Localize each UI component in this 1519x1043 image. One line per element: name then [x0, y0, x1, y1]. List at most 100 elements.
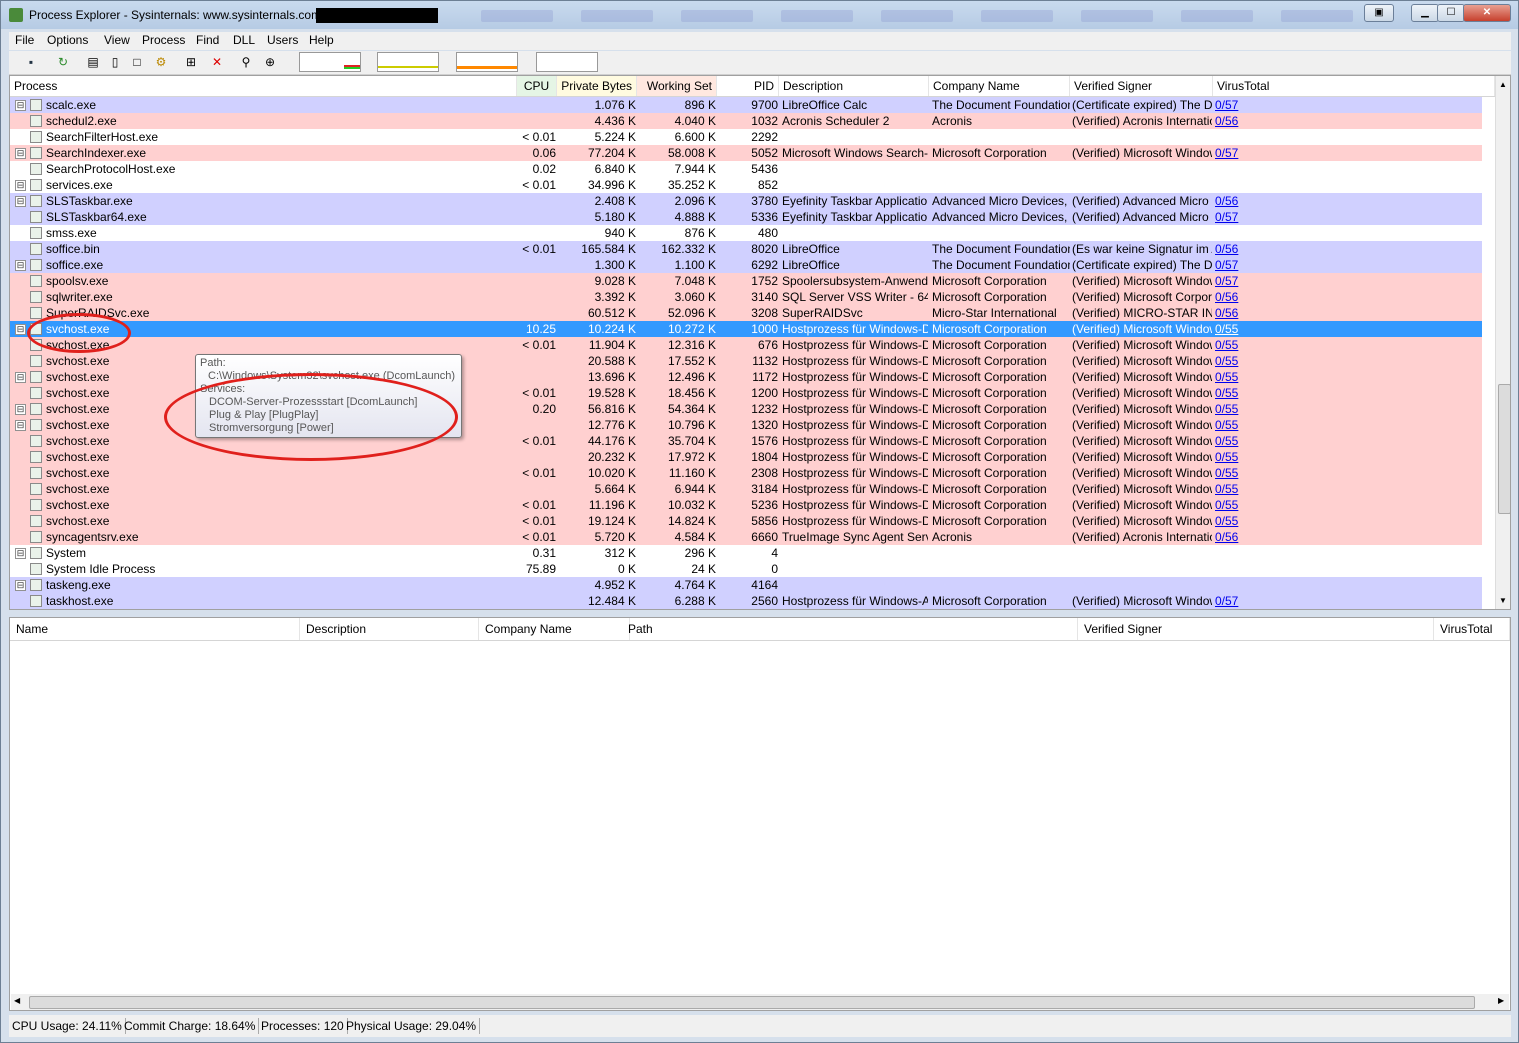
table-row[interactable]: taskhost.exe 12.484 K 6.288 K 2560 Hostproze…	[10, 593, 1482, 609]
virustotal-link[interactable]: 0/55	[1215, 401, 1275, 417]
virustotal-link[interactable]	[1215, 129, 1275, 145]
table-row[interactable]: svchost.exe < 0.01 10.020 K 11.160 K 2308 Hos…	[10, 465, 1482, 481]
scroll-thumb[interactable]	[1498, 384, 1510, 514]
commit-graph[interactable]	[377, 52, 439, 72]
scroll-right-icon[interactable]: ▶	[1498, 996, 1504, 1005]
virustotal-link[interactable]: 0/57	[1215, 145, 1275, 161]
col-process[interactable]: Process	[10, 76, 517, 96]
tree-expander-icon[interactable]: ⊟	[15, 580, 26, 591]
menu-users[interactable]: Users	[267, 33, 298, 47]
tree-expander-icon[interactable]: ⊟	[15, 100, 26, 111]
find-icon[interactable]: ⚲	[238, 54, 254, 70]
virustotal-link[interactable]: 0/56	[1215, 193, 1275, 209]
virustotal-link[interactable]: 0/55	[1215, 513, 1275, 529]
col-virustotal[interactable]: VirusTotal	[1213, 76, 1495, 96]
virustotal-link[interactable]	[1215, 177, 1275, 193]
virustotal-link[interactable]: 0/57	[1215, 257, 1275, 273]
table-row[interactable]: sqlwriter.exe 3.392 K 3.060 K 3140 SQL Serve…	[10, 289, 1482, 305]
tree-expander-icon[interactable]: ⊟	[15, 148, 26, 159]
menu-options[interactable]: Options	[47, 33, 88, 47]
table-row[interactable]: ⊟ taskeng.exe 4.952 K 4.764 K 4164	[10, 577, 1482, 593]
virustotal-link[interactable]: 0/55	[1215, 417, 1275, 433]
system-info-icon[interactable]: ▤	[85, 54, 101, 70]
hscroll-thumb[interactable]	[29, 996, 1475, 1009]
virustotal-link[interactable]: 0/55	[1215, 385, 1275, 401]
table-row[interactable]: SearchFilterHost.exe < 0.01 5.224 K 6.600 K…	[10, 129, 1482, 145]
table-row[interactable]: svchost.exe < 0.01 11.904 K 12.316 K 676 Host…	[10, 337, 1482, 353]
menu-process[interactable]: Process	[142, 33, 185, 47]
table-row[interactable]: schedul2.exe 4.436 K 4.040 K 1032 Acronis Sc…	[10, 113, 1482, 129]
tree-expander-icon[interactable]: ⊟	[15, 260, 26, 271]
scroll-up-icon[interactable]: ▲	[1499, 80, 1507, 89]
col-company[interactable]: Company Name	[929, 76, 1070, 96]
virustotal-link[interactable]	[1215, 561, 1275, 577]
virustotal-link[interactable]	[1215, 161, 1275, 177]
lower-col-company[interactable]: Company Name	[479, 618, 630, 640]
table-row[interactable]: ⊟ services.exe < 0.01 34.996 K 35.252 K 852	[10, 177, 1482, 193]
col-working-set[interactable]: Working Set	[637, 76, 717, 96]
virustotal-link[interactable]: 0/55	[1215, 465, 1275, 481]
lower-col-description[interactable]: Description	[300, 618, 479, 640]
virustotal-link[interactable]: 0/55	[1215, 481, 1275, 497]
lower-col-signer[interactable]: Verified Signer	[1078, 618, 1434, 640]
table-row[interactable]: smss.exe 940 K 876 K 480	[10, 225, 1482, 241]
virustotal-link[interactable]	[1215, 545, 1275, 561]
tree-expander-icon[interactable]: ⊟	[15, 196, 26, 207]
table-row[interactable]: ⊟ soffice.exe 1.300 K 1.100 K 6292 LibreOffic…	[10, 257, 1482, 273]
virustotal-link[interactable]: 0/55	[1215, 321, 1275, 337]
table-row[interactable]: System Idle Process 75.89 0 K 24 K 0	[10, 561, 1482, 577]
tree-expander-icon[interactable]: ⊟	[15, 404, 26, 415]
table-row[interactable]: ⊟ System 0.31 312 K 296 K 4	[10, 545, 1482, 561]
virustotal-link[interactable]: 0/56	[1215, 529, 1275, 545]
menu-help[interactable]: Help	[309, 33, 334, 47]
table-row[interactable]: ⊟ SearchIndexer.exe 0.06 77.204 K 58.008 K 50…	[10, 145, 1482, 161]
target-window-icon[interactable]: ⊞	[183, 54, 199, 70]
virustotal-link[interactable]: 0/55	[1215, 369, 1275, 385]
menu-file[interactable]: File	[15, 33, 34, 47]
horizontal-scrollbar[interactable]: ◀ ▶	[11, 994, 1509, 1010]
menu-view[interactable]: View	[104, 33, 130, 47]
virustotal-link[interactable]: 0/56	[1215, 305, 1275, 321]
col-cpu[interactable]: CPU	[517, 76, 557, 96]
virustotal-link[interactable]: 0/57	[1215, 97, 1275, 113]
virustotal-link[interactable]: 0/55	[1215, 337, 1275, 353]
table-row[interactable]: ⊟ svchost.exe 10.25 10.224 K 10.272 K 1000 Hos…	[10, 321, 1482, 337]
table-row[interactable]: svchost.exe 5.664 K 6.944 K 3184 Hostprozess…	[10, 481, 1482, 497]
table-row[interactable]: SearchProtocolHost.exe 0.02 6.840 K 7.944 K…	[10, 161, 1482, 177]
table-row[interactable]: SLSTaskbar64.exe 5.180 K 4.888 K 5336 Eyefin…	[10, 209, 1482, 225]
virustotal-link[interactable]: 0/55	[1215, 433, 1275, 449]
settings-icon[interactable]: ⚙	[153, 54, 169, 70]
table-row[interactable]: ⊟ scalc.exe 1.076 K 896 K 9700 LibreOffice Ca…	[10, 97, 1482, 113]
scroll-down-icon[interactable]: ▼	[1499, 596, 1507, 605]
cpu-graph[interactable]	[299, 52, 361, 72]
gpu-graph[interactable]	[536, 52, 598, 72]
tree-expander-icon[interactable]: ⊟	[15, 324, 26, 335]
virustotal-link[interactable]: 0/55	[1215, 449, 1275, 465]
virustotal-link[interactable]: 0/56	[1215, 241, 1275, 257]
tree-expander-icon[interactable]: ⊟	[15, 420, 26, 431]
table-row[interactable]: svchost.exe < 0.01 11.196 K 10.032 K 5236 Hos…	[10, 497, 1482, 513]
menu-find[interactable]: Find	[196, 33, 219, 47]
tree-expander-icon[interactable]: ⊟	[15, 180, 26, 191]
window-icon[interactable]: □	[129, 54, 145, 70]
maximize-button[interactable]: ☐	[1437, 4, 1465, 22]
tree-expander-icon[interactable]: ⊟	[15, 548, 26, 559]
vertical-scrollbar[interactable]: ▲ ▼	[1495, 76, 1510, 609]
virustotal-link[interactable]	[1215, 577, 1275, 593]
menu-dll[interactable]: DLL	[233, 33, 255, 47]
col-signer[interactable]: Verified Signer	[1070, 76, 1213, 96]
table-row[interactable]: soffice.bin < 0.01 165.584 K 162.332 K 8020 L…	[10, 241, 1482, 257]
table-row[interactable]: syncagentsrv.exe < 0.01 5.720 K 4.584 K 6660…	[10, 529, 1482, 545]
close-button[interactable]: ✕	[1463, 4, 1511, 22]
virustotal-link[interactable]: 0/55	[1215, 497, 1275, 513]
refresh-icon[interactable]: ↻	[55, 54, 71, 70]
virustotal-link[interactable]: 0/57	[1215, 273, 1275, 289]
lower-col-path[interactable]: Path	[622, 618, 1078, 640]
col-pid[interactable]: PID	[717, 76, 779, 96]
properties-icon[interactable]: ▯	[107, 54, 123, 70]
virustotal-link[interactable]: 0/56	[1215, 113, 1275, 129]
virustotal-link[interactable]: 0/57	[1215, 593, 1275, 609]
col-private-bytes[interactable]: Private Bytes	[557, 76, 637, 96]
table-row[interactable]: ⊟ SLSTaskbar.exe 2.408 K 2.096 K 3780 Eyefini…	[10, 193, 1482, 209]
save-icon[interactable]: ▪	[23, 54, 39, 70]
